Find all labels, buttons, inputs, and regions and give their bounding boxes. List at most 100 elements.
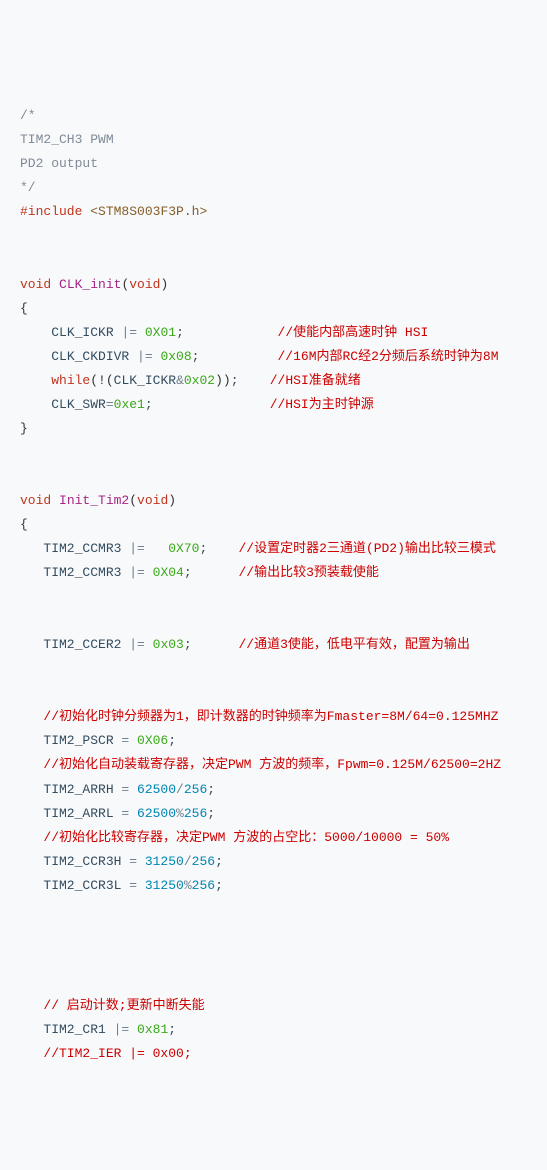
include-open: <: [82, 204, 98, 219]
identifier: TIM2_PSCR: [43, 733, 113, 748]
hex-literal: 0x02: [184, 373, 215, 388]
func-name: CLK_init: [51, 277, 121, 292]
code-comment: /*: [20, 108, 36, 123]
comment-inline: //16M内部RC经2分频后系统时钟为8M: [278, 349, 499, 364]
hex-literal: 0X01: [145, 325, 176, 340]
comment-inline: //设置定时器2三通道(PD2)输出比较三模式: [238, 541, 495, 556]
identifier: TIM2_CCR3H: [43, 854, 121, 869]
op: =: [114, 782, 137, 797]
comment-line: // 启动计数;更新中断失能: [43, 998, 204, 1013]
keyword-void: void: [20, 277, 51, 292]
semicolon: ;: [199, 541, 207, 556]
semicolon: ;: [168, 1022, 176, 1037]
num-literal: 62500: [137, 806, 176, 821]
semicolon: ;: [176, 325, 184, 340]
identifier: CLK_SWR: [51, 397, 106, 412]
func-name: Init_Tim2: [51, 493, 129, 508]
hex-literal: 0X70: [168, 541, 199, 556]
op: |=: [121, 541, 168, 556]
paren: (!(: [90, 373, 113, 388]
op: |=: [106, 1022, 137, 1037]
paren: (: [129, 493, 137, 508]
semicolon: ;: [207, 782, 215, 797]
identifier: TIM2_ARRL: [43, 806, 113, 821]
hex-literal: 0xe1: [114, 397, 145, 412]
hex-literal: 0X04: [153, 565, 184, 580]
include-file: STM8S003F3P.h: [98, 204, 199, 219]
num-literal: 31250: [145, 854, 184, 869]
semicolon: ;: [184, 637, 192, 652]
include-close: >: [199, 204, 207, 219]
code-comment: PD2 output: [20, 156, 98, 171]
semicolon: ;: [184, 565, 192, 580]
identifier: TIM2_CCR3L: [43, 878, 121, 893]
brace-open: {: [20, 301, 28, 316]
hex-literal: 0x08: [160, 349, 191, 364]
identifier: CLK_CKDIVR: [51, 349, 129, 364]
comment-inline: //HSI准备就绪: [270, 373, 361, 388]
op: |=: [129, 349, 160, 364]
op: |=: [121, 565, 152, 580]
num-literal: 62500: [137, 782, 176, 797]
op: |=: [114, 325, 145, 340]
op: /: [184, 854, 192, 869]
blank-line: [20, 441, 527, 465]
semicolon: ;: [207, 806, 215, 821]
blank-line: [20, 898, 527, 922]
num-literal: 256: [184, 806, 207, 821]
num-literal: 256: [192, 854, 215, 869]
code-comment: */: [20, 180, 36, 195]
comment-inline: //输出比较3预装载使能: [238, 565, 378, 580]
identifier: TIM2_ARRH: [43, 782, 113, 797]
blank-line: [20, 224, 527, 248]
op: |=: [121, 637, 152, 652]
paren: )): [215, 373, 231, 388]
comment-inline: //通道3使能，低电平有效，配置为输出: [238, 637, 469, 652]
op: =: [114, 733, 137, 748]
op: =: [106, 397, 114, 412]
keyword-void: void: [20, 493, 51, 508]
semicolon: ;: [192, 349, 200, 364]
identifier: TIM2_CR1: [43, 1022, 105, 1037]
op: =: [121, 854, 144, 869]
num-literal: 256: [184, 782, 207, 797]
op: =: [114, 806, 137, 821]
code-comment: TIM2_CH3 PWM: [20, 132, 114, 147]
identifier: TIM2_CCMR3: [43, 541, 121, 556]
blank-line: [20, 946, 527, 970]
semicolon: ;: [168, 733, 176, 748]
hex-literal: 0x81: [137, 1022, 168, 1037]
keyword-void: void: [137, 493, 168, 508]
comment-inline: //HSI为主时钟源: [270, 397, 374, 412]
semicolon: ;: [215, 854, 223, 869]
comment-line: //初始化时钟分频器为1，即计数器的时钟频率为Fmaster=8M/64=0.1…: [43, 709, 498, 724]
keyword-while: while: [51, 373, 90, 388]
keyword-void: void: [129, 277, 160, 292]
comment-line: //TIM2_IER |= 0x00;: [43, 1046, 191, 1061]
include-directive: #include: [20, 204, 82, 219]
blank-line: [20, 657, 527, 681]
identifier: TIM2_CCER2: [43, 637, 121, 652]
semicolon: ;: [215, 878, 223, 893]
op: %: [184, 878, 192, 893]
semicolon: ;: [145, 397, 153, 412]
op: /: [176, 782, 184, 797]
paren: ): [160, 277, 168, 292]
blank-line: [20, 585, 527, 609]
paren: ): [168, 493, 176, 508]
hex-literal: 0X06: [137, 733, 168, 748]
identifier: TIM2_CCMR3: [43, 565, 121, 580]
op: %: [176, 806, 184, 821]
semicolon: ;: [231, 373, 239, 388]
brace-close: }: [20, 421, 28, 436]
identifier: CLK_ICKR: [114, 373, 176, 388]
brace-open: {: [20, 517, 28, 532]
comment-line: //初始化比较寄存器，决定PWM 方波的占空比：5000/10000 = 50%: [43, 830, 449, 845]
num-literal: 31250: [145, 878, 184, 893]
comment-inline: //使能内部高速时钟 HSI: [278, 325, 429, 340]
num-literal: 256: [192, 878, 215, 893]
op: &: [176, 373, 184, 388]
op: =: [121, 878, 144, 893]
hex-literal: 0x03: [153, 637, 184, 652]
identifier: CLK_ICKR: [51, 325, 113, 340]
